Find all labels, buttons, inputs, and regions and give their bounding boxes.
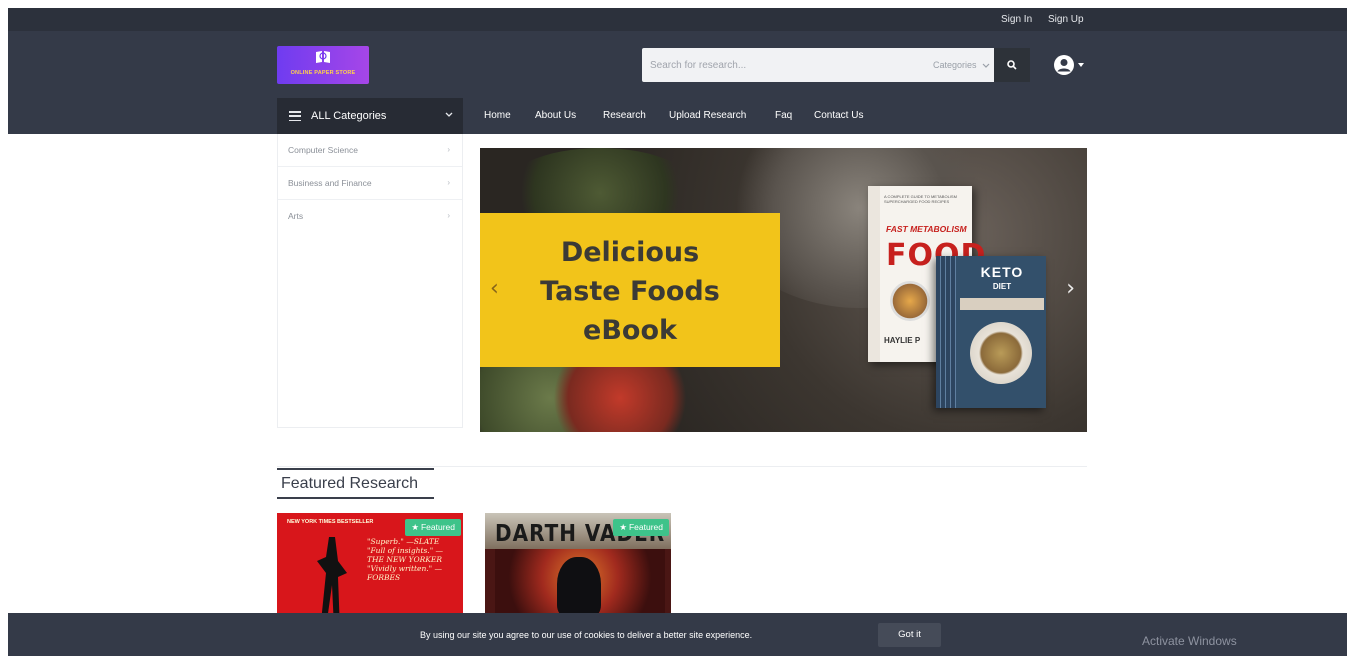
category-select-label: Categories bbox=[932, 60, 977, 70]
sidebar-item-label: Business and Finance bbox=[288, 178, 372, 188]
card-top-text: NEW YORK TIMES BESTSELLER bbox=[287, 519, 374, 525]
user-menu-button[interactable] bbox=[1053, 51, 1093, 79]
sign-in-link[interactable]: Sign In bbox=[1001, 14, 1032, 25]
featured-badge: ★ Featured bbox=[405, 519, 461, 536]
cover-figure-image bbox=[317, 537, 347, 613]
cover-quotes: "Superb." —SLATE "Full of insights." —TH… bbox=[367, 537, 444, 582]
site-header: Sign In Sign Up ONLINE PAPER STORE Categ… bbox=[8, 8, 1347, 134]
hero-carousel: Delicious Taste Foods eBook A COMPLETE G… bbox=[480, 148, 1087, 432]
nav-about-us[interactable]: About Us bbox=[535, 110, 576, 121]
sidebar-item-arts[interactable]: Arts › bbox=[278, 200, 462, 233]
all-categories-label: ALL Categories bbox=[311, 110, 387, 122]
chevron-right-icon: › bbox=[447, 178, 450, 187]
star-icon: ★ bbox=[411, 522, 419, 532]
page: Sign In Sign Up ONLINE PAPER STORE Categ… bbox=[0, 0, 1352, 656]
banner-headline-line: eBook bbox=[583, 315, 677, 346]
site-logo[interactable]: ONLINE PAPER STORE bbox=[277, 46, 369, 84]
category-sidebar: Computer Science › Business and Finance … bbox=[277, 134, 463, 428]
book-icon bbox=[316, 51, 330, 63]
hamburger-icon bbox=[289, 111, 301, 121]
product-card[interactable]: NEW YORK TIMES BESTSELLER "Superb." —SLA… bbox=[277, 513, 463, 613]
logo-text: ONLINE PAPER STORE bbox=[290, 70, 356, 76]
chevron-down-icon bbox=[982, 63, 990, 68]
chevron-right-icon: › bbox=[447, 145, 450, 154]
book-title: KETO bbox=[980, 264, 1024, 280]
search-icon bbox=[1007, 60, 1017, 70]
search-button[interactable] bbox=[994, 48, 1030, 82]
sign-up-link[interactable]: Sign Up bbox=[1048, 14, 1084, 25]
top-bar: Sign In Sign Up bbox=[8, 8, 1347, 31]
carousel-prev-icon[interactable]: ‹ bbox=[490, 276, 499, 301]
windows-activation-watermark: Activate Windows bbox=[1142, 634, 1237, 648]
caret-down-icon bbox=[1078, 63, 1084, 67]
product-card[interactable]: DARTH VADER ★ Featured bbox=[485, 513, 671, 613]
user-circle-icon bbox=[1054, 55, 1074, 75]
sidebar-item-label: Arts bbox=[288, 211, 304, 221]
nav-contact-us[interactable]: Contact Us bbox=[814, 110, 863, 121]
frame-top bbox=[0, 0, 1352, 8]
nav-upload-research[interactable]: Upload Research bbox=[669, 110, 746, 121]
featured-badge: ★ Featured bbox=[613, 519, 669, 536]
sidebar-item-label: Computer Science bbox=[288, 145, 358, 155]
all-categories-button[interactable]: ALL Categories bbox=[277, 98, 463, 134]
banner-headline: Delicious Taste Foods eBook bbox=[510, 233, 750, 350]
cover-helmet-image bbox=[557, 557, 601, 613]
carousel-next-icon[interactable]: › bbox=[1066, 276, 1075, 301]
nav-faq[interactable]: Faq bbox=[775, 110, 792, 121]
chevron-down-icon bbox=[445, 112, 453, 117]
book-subtitle: DIET bbox=[992, 282, 1012, 291]
banner-headline-line: Delicious bbox=[560, 237, 700, 268]
main-nav: ALL Categories Home About Us Research Up… bbox=[8, 98, 1347, 134]
nav-home[interactable]: Home bbox=[484, 110, 511, 121]
cookie-consent-bar: By using our site you agree to our use o… bbox=[8, 613, 1347, 656]
star-icon: ★ bbox=[619, 522, 627, 532]
search-bar: Categories bbox=[642, 48, 1002, 82]
section-title: Featured Research bbox=[281, 475, 418, 492]
book-title-small: FAST METABOLISM bbox=[886, 224, 967, 234]
nav-research[interactable]: Research bbox=[603, 110, 646, 121]
banner-headline-box: Delicious Taste Foods eBook bbox=[480, 213, 780, 367]
category-select[interactable]: Categories bbox=[920, 48, 996, 82]
featured-research-heading: Featured Research bbox=[277, 468, 434, 499]
section-divider bbox=[277, 466, 1087, 467]
sidebar-item-business-finance[interactable]: Business and Finance › bbox=[278, 167, 462, 200]
food-plate-image bbox=[970, 322, 1032, 384]
chevron-right-icon: › bbox=[447, 211, 450, 220]
book-author: HAYLIE P bbox=[884, 336, 921, 345]
cookie-accept-button[interactable]: Got it bbox=[878, 623, 941, 647]
book-tagline: A COMPLETE GUIDE TO METABOLISM SUPERCHAR… bbox=[884, 194, 957, 204]
banner-headline-line: Taste Foods bbox=[540, 276, 720, 307]
food-plate-image bbox=[890, 281, 930, 321]
cookie-message: By using our site you agree to our use o… bbox=[420, 630, 753, 640]
search-input[interactable] bbox=[642, 48, 910, 82]
book-cover-keto-diet: KETO DIET bbox=[936, 256, 1046, 408]
sidebar-item-computer-science[interactable]: Computer Science › bbox=[278, 134, 462, 167]
